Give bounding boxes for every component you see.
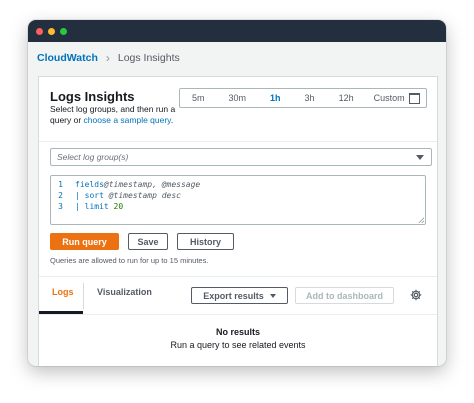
time-range-selector: 5m 30m 1h 3h 12h Custom bbox=[179, 88, 427, 108]
logs-insights-panel: Logs Insights Select log groups, and the… bbox=[38, 76, 438, 366]
gear-icon[interactable] bbox=[410, 289, 422, 301]
browser-window: CloudWatch › Logs Insights Logs Insights… bbox=[28, 20, 446, 366]
caret-down-icon bbox=[269, 293, 276, 298]
results-toolbar: Logs Visualization Export results Add to… bbox=[39, 277, 437, 315]
breadcrumb-logs-insights: Logs Insights bbox=[117, 52, 180, 64]
code-keyword: limit bbox=[84, 202, 109, 211]
results-section: Logs Visualization Export results Add to… bbox=[39, 276, 437, 366]
minimize-window-icon[interactable] bbox=[48, 27, 55, 35]
active-tab-indicator bbox=[39, 311, 83, 314]
close-window-icon[interactable] bbox=[36, 27, 43, 35]
resize-handle-icon[interactable] bbox=[418, 217, 424, 223]
breadcrumb: CloudWatch › Logs Insights bbox=[28, 42, 446, 74]
line-number: 2 bbox=[58, 191, 63, 200]
time-range-1h[interactable]: 1h bbox=[258, 89, 293, 107]
breadcrumb-cloudwatch[interactable]: CloudWatch bbox=[37, 52, 98, 64]
time-range-custom[interactable]: Custom bbox=[366, 89, 426, 107]
log-group-select[interactable]: Select log group(s) bbox=[50, 148, 432, 166]
tab-visualization[interactable]: Visualization bbox=[97, 287, 152, 297]
code-pipe: | bbox=[75, 202, 85, 211]
log-group-placeholder: Select log group(s) bbox=[57, 152, 129, 162]
line-number: 3 bbox=[58, 202, 63, 211]
caret-down-icon bbox=[416, 154, 424, 160]
subtitle-suffix: . bbox=[170, 115, 174, 125]
time-range-3h[interactable]: 3h bbox=[293, 89, 327, 107]
line-number: 1 bbox=[58, 180, 63, 189]
empty-state-subtitle: Run a query to see related events bbox=[170, 340, 306, 350]
code-number: 20 bbox=[108, 202, 124, 211]
code-line-1: 1 fields @timestamp, @message bbox=[51, 179, 200, 190]
time-range-12h[interactable]: 12h bbox=[327, 89, 366, 107]
add-to-dashboard-button[interactable]: Add to dashboard bbox=[295, 287, 394, 304]
code-pipe: | bbox=[75, 191, 85, 200]
code-line-2: 2 | sort @timestamp desc bbox=[51, 190, 181, 201]
query-editor[interactable]: 1 fields @timestamp, @message 2 | sort @… bbox=[50, 175, 426, 225]
query-time-note: Queries are allowed to run for up to 15 … bbox=[50, 256, 209, 265]
run-query-button[interactable]: Run query bbox=[50, 233, 119, 250]
history-button[interactable]: History bbox=[177, 233, 234, 250]
code-args: @timestamp desc bbox=[103, 191, 181, 200]
time-range-5m[interactable]: 5m bbox=[180, 89, 217, 107]
code-keyword: sort bbox=[84, 191, 104, 200]
code-keyword: fields bbox=[75, 180, 104, 189]
export-results-label: Export results bbox=[203, 290, 264, 301]
sample-query-link[interactable]: choose a sample query bbox=[84, 115, 171, 125]
page-title: Logs Insights bbox=[50, 89, 135, 104]
export-results-button[interactable]: Export results bbox=[191, 287, 288, 304]
tab-divider bbox=[83, 283, 84, 309]
title-bar bbox=[28, 20, 446, 42]
custom-label: Custom bbox=[373, 93, 405, 103]
panel-header: Logs Insights Select log groups, and the… bbox=[39, 77, 437, 142]
calendar-icon bbox=[408, 92, 420, 104]
maximize-window-icon[interactable] bbox=[60, 27, 67, 35]
page-subtitle: Select log groups, and then run a query … bbox=[50, 104, 180, 126]
code-line-3: 3 | limit 20 bbox=[51, 201, 123, 212]
empty-state-title: No results bbox=[215, 327, 260, 337]
chevron-right-icon: › bbox=[105, 51, 110, 65]
save-button[interactable]: Save bbox=[128, 233, 168, 250]
time-range-30m[interactable]: 30m bbox=[217, 89, 259, 107]
code-args: @timestamp, @message bbox=[103, 180, 201, 189]
tab-logs[interactable]: Logs bbox=[52, 287, 74, 297]
